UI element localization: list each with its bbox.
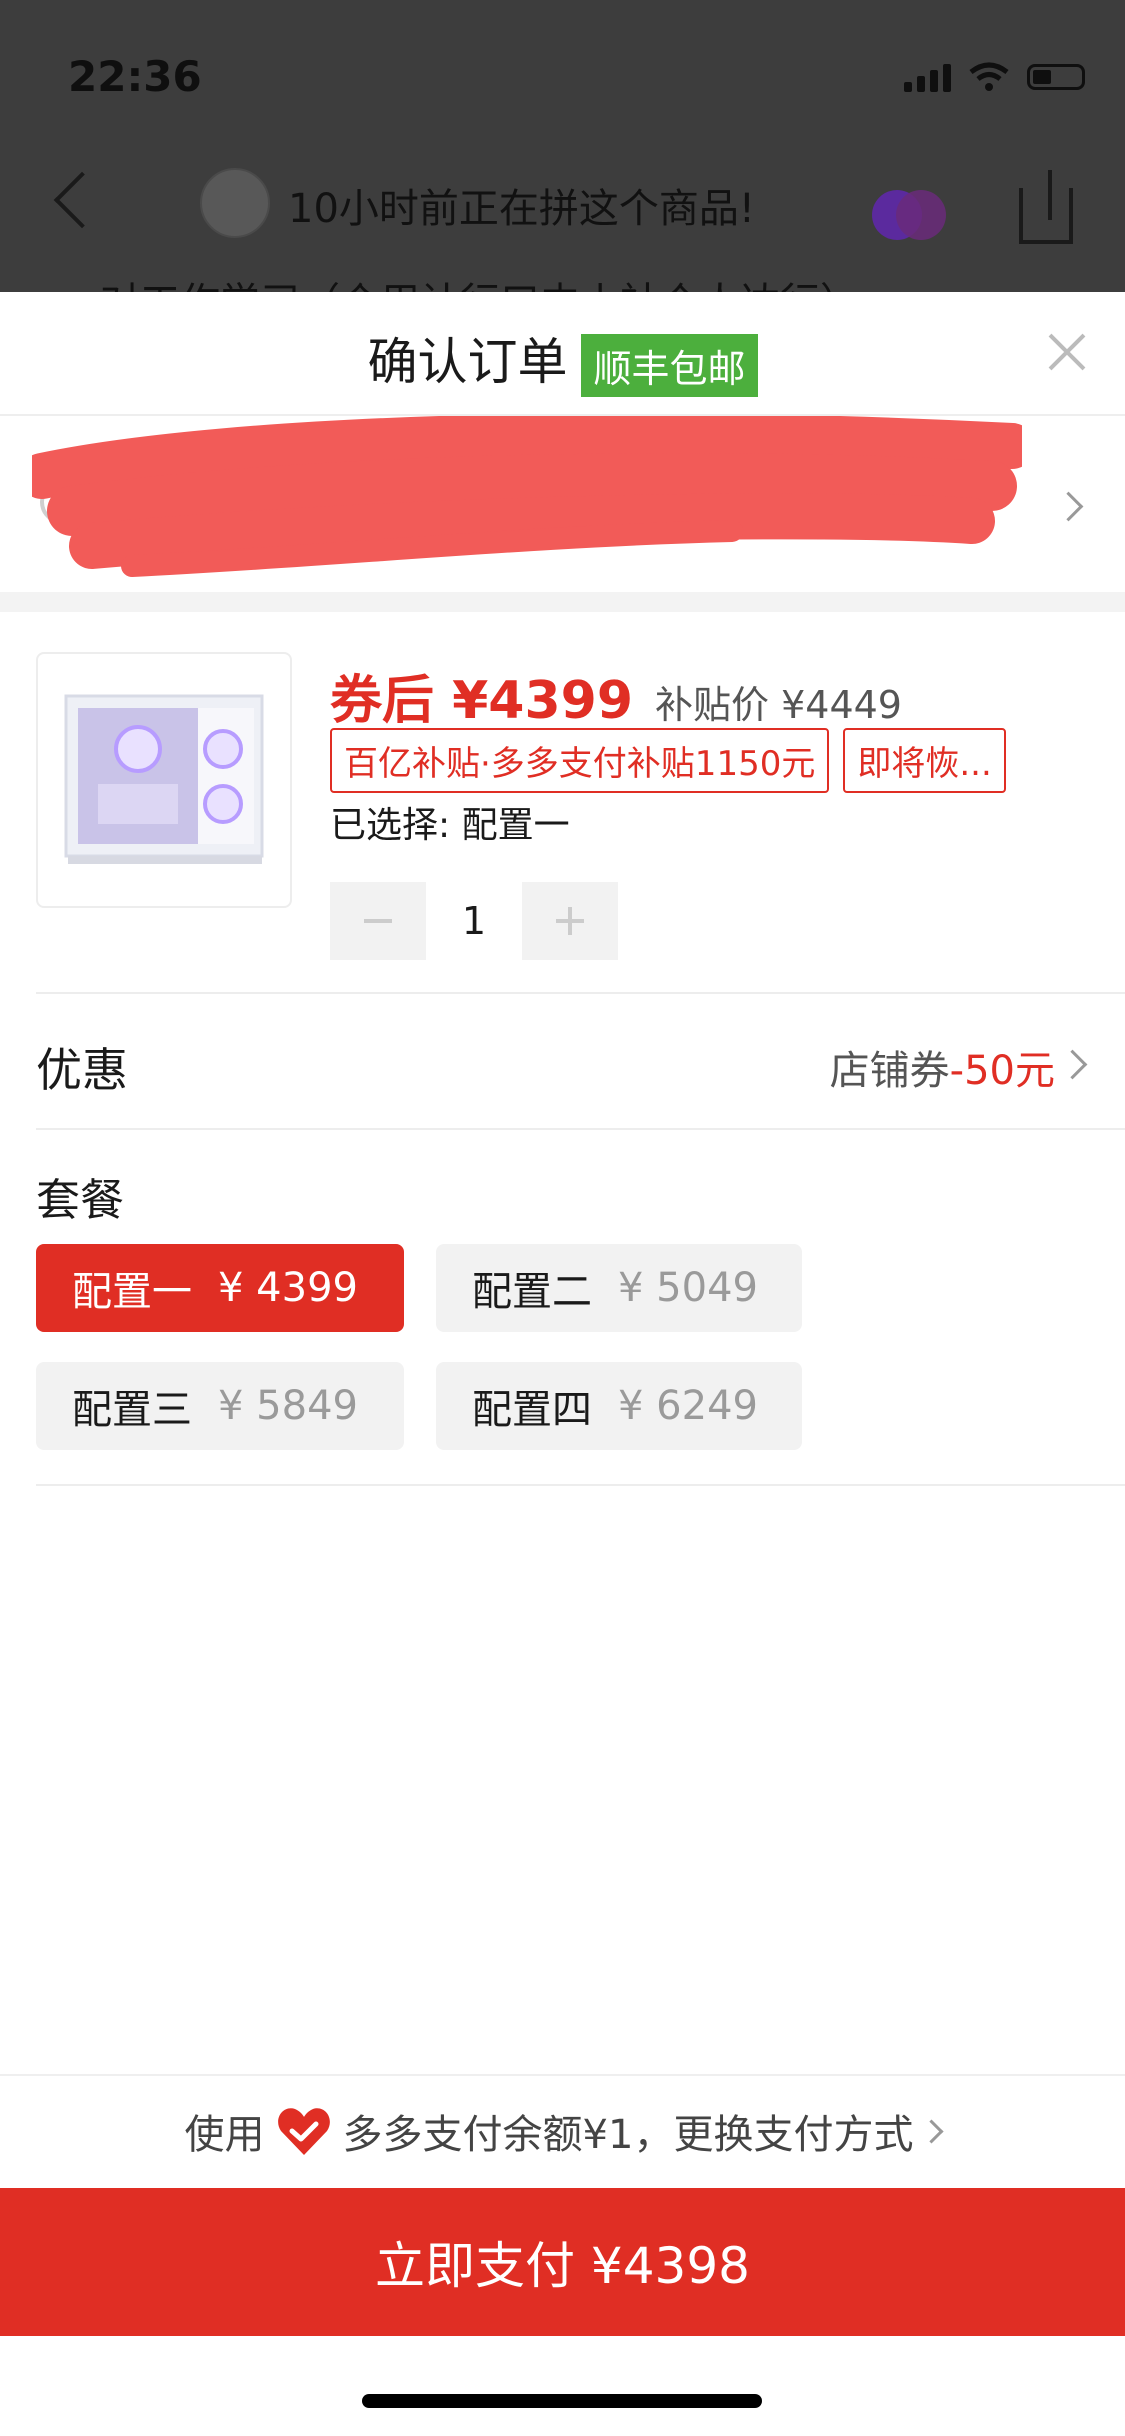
chevron-right-icon: [1057, 1049, 1088, 1080]
minus-button[interactable]: [330, 882, 426, 960]
package-label: 套餐: [36, 1175, 124, 1226]
status-icons: [904, 62, 1085, 92]
background-subtitle: 对工作学习（介用计行口内小社个人达行）: [100, 270, 860, 292]
background-page: 22:36 10小时前正在拼这个商品! 对工作学习（介用计行口内小社个人达行）: [0, 0, 1125, 292]
background-title: 10小时前正在拼这个商品!: [288, 186, 755, 232]
minus-icon: [364, 919, 392, 923]
home-indicator: [362, 2394, 762, 2408]
package-option-2[interactable]: 配置二 ¥ 5049: [436, 1244, 802, 1332]
sheet-title: 确认订单 顺丰包邮: [0, 322, 1125, 397]
price-line: 券后 ¥4399 补贴价 ¥4449: [330, 658, 902, 733]
back-arrow-icon[interactable]: [53, 171, 111, 229]
chevron-right-icon: [919, 2118, 944, 2144]
payment-method-row[interactable]: 使用 多多支付余额¥1，更换支付方式: [0, 2074, 1125, 2182]
payment-prefix: 使用: [184, 2112, 265, 2158]
plus-button[interactable]: [522, 882, 618, 960]
wifi-icon: [969, 62, 1009, 91]
quantity-stepper: 1: [330, 882, 618, 960]
promo-tag: 即将恢...: [843, 728, 1006, 793]
product-image[interactable]: [36, 652, 292, 908]
product-card: 券后 ¥4399 补贴价 ¥4449 百亿补贴·多多支付补贴1150元 即将恢..…: [0, 612, 1125, 992]
subsidy-price: 补贴价 ¥4449: [655, 683, 902, 727]
sheet-title-text: 确认订单: [367, 333, 568, 391]
close-icon[interactable]: [1043, 328, 1089, 374]
package-option-4[interactable]: 配置四 ¥ 6249: [436, 1362, 802, 1450]
address-row[interactable]: [0, 416, 1125, 592]
redaction-scribble: [32, 416, 1022, 577]
avatar: [200, 168, 270, 238]
heart-pay-icon: [277, 2108, 330, 2155]
coupon-price: 券后 ¥4399: [330, 671, 634, 731]
share-icon[interactable]: [1019, 188, 1073, 244]
package-option-1[interactable]: 配置一 ¥ 4399: [36, 1244, 404, 1332]
signal-icon: [904, 62, 951, 92]
package-option-3[interactable]: 配置三 ¥ 5849: [36, 1362, 404, 1450]
confirm-order-sheet: 确认订单 顺丰包邮 券后 ¥4399 补贴价 ¥4449 百亿补贴·多多支付补贴…: [0, 292, 1125, 2436]
payment-method-text: 多多支付余额¥1，更换支付方式: [342, 2112, 914, 2158]
coupon-amount: -50元: [949, 1048, 1055, 1094]
coupon-label: 店铺券: [829, 1048, 950, 1094]
purple-logo-icon: [872, 190, 946, 240]
selected-spec: 已选择: 配置一: [330, 805, 570, 846]
promo-tags: 百亿补贴·多多支付补贴1150元 即将恢...: [330, 728, 1006, 793]
coupon-info: 店铺券-50元: [830, 1038, 1055, 1096]
discount-label: 优惠: [36, 1043, 128, 1097]
chevron-right-icon: [1053, 491, 1084, 522]
discount-row[interactable]: 优惠 店铺券-50元: [0, 994, 1125, 1128]
plus-icon: [568, 907, 572, 935]
quantity-value[interactable]: 1: [426, 899, 522, 943]
sheet-header: 确认订单 顺丰包邮: [0, 292, 1125, 416]
status-time: 22:36: [68, 52, 202, 101]
battery-icon: [1027, 64, 1085, 90]
promo-tag: 百亿补贴·多多支付补贴1150元: [330, 728, 830, 793]
pay-now-button[interactable]: 立即支付 ¥4398: [0, 2188, 1125, 2336]
shipping-badge: 顺丰包邮: [581, 334, 758, 397]
